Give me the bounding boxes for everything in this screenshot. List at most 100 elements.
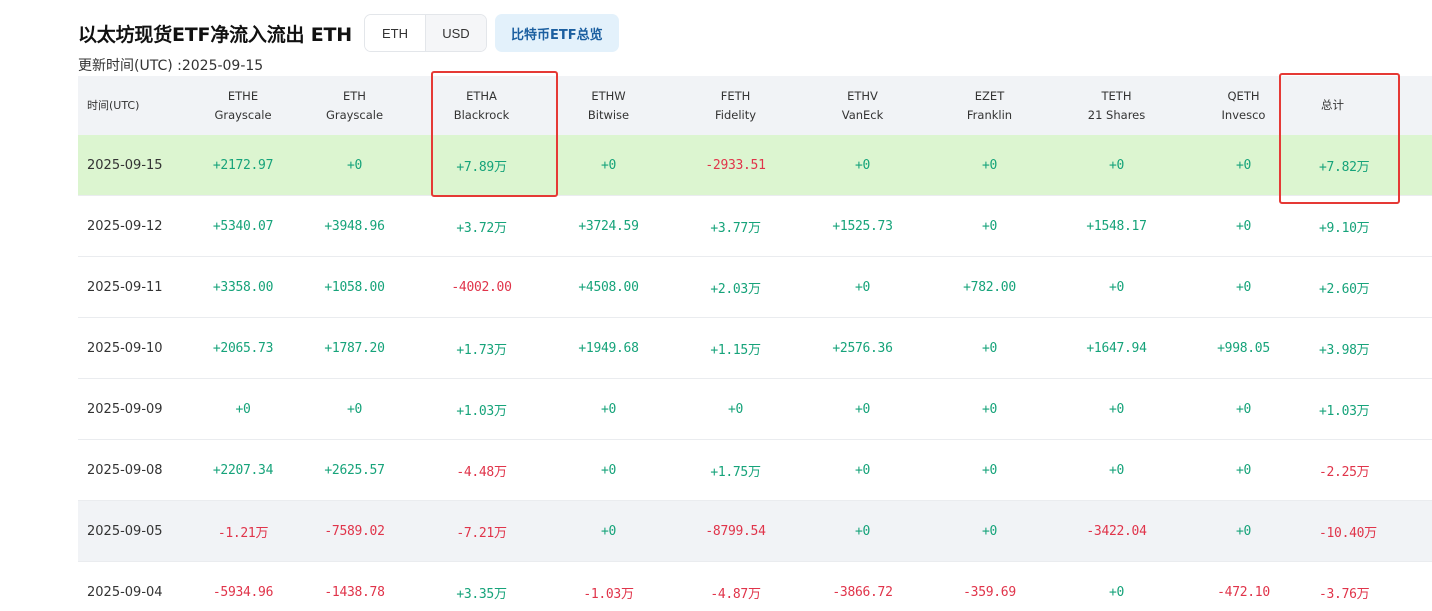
column-ticker: ETHV: [847, 88, 878, 103]
flow-cell-ethv: -3866.72: [832, 584, 893, 600]
table-row[interactable]: 2025-09-05 -1.21万 -7589.02 -7.21万 +0 -8799.54…: [78, 501, 1432, 562]
column-ticker: EZET: [974, 88, 1005, 103]
flow-cell-etha: +7.89万: [456, 159, 507, 175]
column-header-ethw[interactable]: ETHW Bitwise: [545, 87, 672, 125]
flow-cell-qeth: -472.10: [1217, 584, 1270, 600]
flow-cell-eth: +1058.00: [324, 279, 385, 295]
flow-cell-eth: -7589.02: [324, 523, 385, 539]
flow-cell-etha: -7.21万: [456, 525, 507, 541]
flow-cell-ezet: +0: [981, 218, 998, 234]
toggle-usd-button[interactable]: USD: [425, 15, 486, 51]
flow-cell-total: +2.60万: [1319, 281, 1370, 297]
column-issuer: VanEck: [841, 107, 884, 122]
flow-cell-ethv: +0: [854, 401, 871, 417]
column-header-eth[interactable]: ETH Grayscale: [291, 87, 418, 125]
flow-cell-feth: -4.87万: [710, 586, 761, 602]
flow-cell-qeth: +0: [1235, 523, 1252, 539]
flow-cell-ethe: -1.21万: [217, 525, 269, 541]
flow-cell-ethe: +2065.73: [212, 340, 274, 356]
flow-cell-teth: +1548.17: [1086, 218, 1147, 234]
flow-cell-feth: -2933.51: [705, 157, 766, 173]
column-issuer: Invesco: [1221, 107, 1266, 122]
date-column-header[interactable]: 时间(UTC): [78, 96, 195, 115]
header: 以太坊现货ETF净流入流出 ETH ETH USD 比特币ETF总览: [78, 14, 619, 52]
page: 以太坊现货ETF净流入流出 ETH ETH USD 比特币ETF总览 更新时间(…: [0, 0, 1432, 611]
flow-cell-qeth: +998.05: [1217, 340, 1270, 356]
flow-cell-feth: +1.15万: [710, 342, 761, 358]
flow-cell-etha: -4002.00: [451, 279, 512, 295]
flow-cell-ethw: +1949.68: [578, 340, 639, 356]
flow-cell-total: +1.03万: [1319, 403, 1370, 419]
flow-cell-ethe: +2172.97: [212, 157, 274, 173]
column-header-feth[interactable]: FETH Fidelity: [672, 87, 799, 125]
flow-cell-etha: +3.35万: [456, 586, 507, 602]
flow-cell-teth: +0: [1108, 462, 1125, 478]
row-date: 2025-09-11: [87, 279, 163, 295]
table-header-row: 时间(UTC) ETHE Grayscale ETH Grayscale ETHA Bla…: [78, 76, 1432, 135]
flow-cell-ethv: +0: [854, 157, 871, 173]
flow-cell-ethv: +1525.73: [832, 218, 893, 234]
flow-cell-total: -2.25万: [1319, 464, 1370, 480]
flow-cell-eth: +3948.96: [324, 218, 385, 234]
flow-cell-ethw: +4508.00: [578, 279, 639, 295]
table-row[interactable]: 2025-09-10 +2065.73 +1787.20 +1.73万 +1949.68…: [78, 318, 1432, 379]
column-ticker: ETHW: [591, 88, 626, 103]
column-issuer: Blackrock: [453, 107, 510, 122]
flow-cell-ethe: +0: [235, 401, 251, 417]
column-header-etha[interactable]: ETHA Blackrock: [418, 87, 545, 125]
table-row[interactable]: 2025-09-12 +5340.07 +3948.96 +3.72万 +3724.59…: [78, 196, 1432, 257]
table-row[interactable]: 2025-09-08 +2207.34 +2625.57 -4.48万 +0 +1.75万…: [78, 440, 1432, 501]
row-date: 2025-09-05: [87, 523, 163, 539]
flow-cell-eth: +0: [346, 401, 363, 417]
column-issuer: Grayscale: [214, 107, 272, 122]
column-header-ezet[interactable]: EZET Franklin: [926, 87, 1053, 125]
column-header-teth[interactable]: TETH 21 Shares: [1053, 87, 1180, 125]
flow-cell-etha: +3.72万: [456, 220, 507, 236]
flow-cell-ethe: +5340.07: [212, 218, 274, 234]
flow-cell-qeth: +0: [1235, 157, 1252, 173]
flow-cell-ethe: +3358.00: [212, 279, 274, 295]
row-date: 2025-09-08: [87, 462, 163, 478]
table-row[interactable]: 2025-09-11 +3358.00 +1058.00 -4002.00 +4508.…: [78, 257, 1432, 318]
flow-cell-qeth: +0: [1235, 218, 1252, 234]
flow-cell-etha: +1.03万: [456, 403, 507, 419]
flow-cell-teth: +0: [1108, 401, 1125, 417]
row-date: 2025-09-12: [87, 218, 163, 234]
column-header-ethv[interactable]: ETHV VanEck: [799, 87, 926, 125]
flow-cell-ezet: +0: [981, 523, 998, 539]
flow-cell-ethv: +0: [854, 523, 871, 539]
flow-cell-feth: +3.77万: [710, 220, 761, 236]
row-date: 2025-09-09: [87, 401, 163, 417]
row-date: 2025-09-15: [87, 157, 163, 173]
flow-cell-ethe: -5934.96: [212, 584, 274, 600]
table-row[interactable]: 2025-09-15 +2172.97 +0 +7.89万 +0 -2933.51 +0 +0…: [78, 135, 1432, 196]
column-issuer: Fidelity: [714, 107, 757, 122]
flow-cell-total: -3.76万: [1319, 586, 1370, 602]
column-header-ethe[interactable]: ETHE Grayscale: [195, 87, 291, 125]
flow-cell-qeth: +0: [1235, 279, 1252, 295]
flow-cell-eth: -1438.78: [324, 584, 385, 600]
flow-cell-teth: +1647.94: [1086, 340, 1147, 356]
column-ticker: FETH: [720, 88, 751, 103]
table-row[interactable]: 2025-09-04 -5934.96 -1438.78 +3.35万 -1.03万 -4…: [78, 562, 1432, 611]
flow-cell-feth: +1.75万: [710, 464, 761, 480]
flow-cell-qeth: +0: [1235, 462, 1252, 478]
flow-cell-ezet: +0: [981, 401, 998, 417]
flow-cell-total: -10.40万: [1319, 525, 1377, 541]
flow-cell-teth: +0: [1108, 157, 1125, 173]
flow-cell-ethw: +3724.59: [578, 218, 639, 234]
row-date: 2025-09-04: [87, 584, 163, 600]
btc-etf-overview-button[interactable]: 比特币ETF总览: [494, 14, 619, 52]
flow-cell-teth: +0: [1108, 279, 1125, 295]
flow-cell-total: +9.10万: [1319, 220, 1370, 236]
total-column-header[interactable]: 总计: [1307, 96, 1432, 115]
column-header-qeth[interactable]: QETH Invesco: [1180, 87, 1307, 125]
page-title: 以太坊现货ETF净流入流出 ETH: [78, 23, 352, 46]
flow-cell-eth: +0: [346, 157, 363, 173]
toggle-eth-button[interactable]: ETH: [364, 15, 426, 51]
flow-cell-ethv: +2576.36: [832, 340, 893, 356]
flow-cell-ezet: -359.69: [963, 584, 1016, 600]
flow-cell-ethw: +0: [600, 523, 617, 539]
flow-cell-ethw: -1.03万: [583, 586, 634, 602]
table-row[interactable]: 2025-09-09 +0 +0 +1.03万 +0 +0 +0 +0 +0 +0 +1.03万: [78, 379, 1432, 440]
